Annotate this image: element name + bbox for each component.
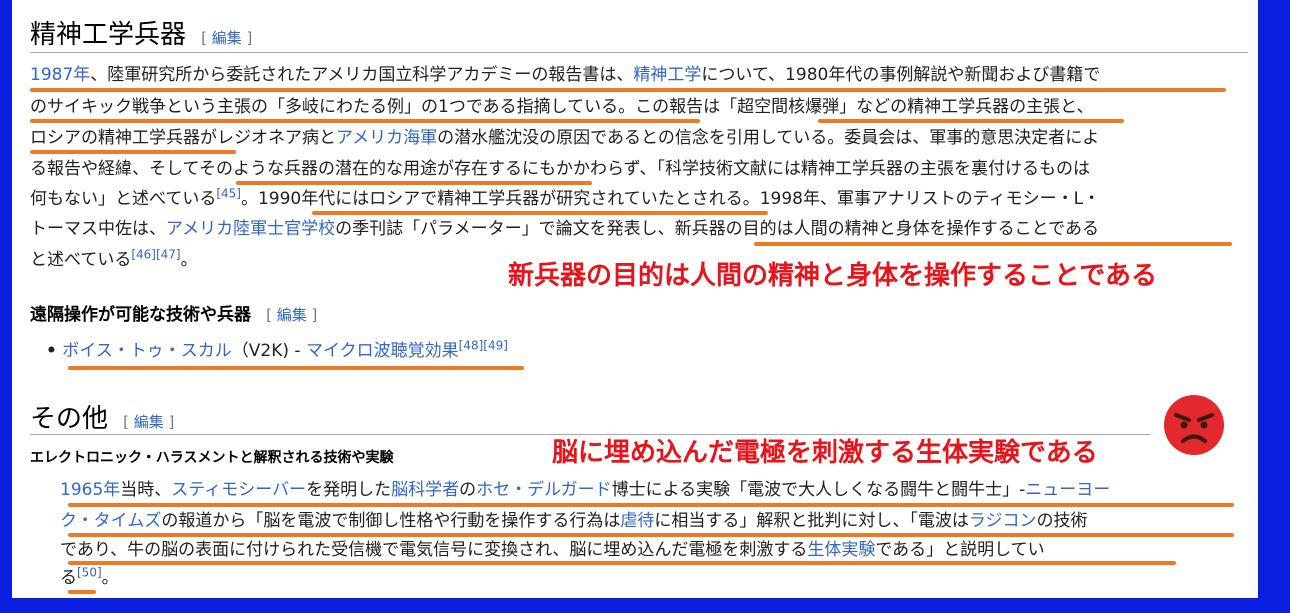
- link-1965[interactable]: 1965年: [60, 480, 120, 500]
- link-radio-control[interactable]: ラジコン: [969, 511, 1037, 531]
- ref-46-47[interactable]: [46][47]: [131, 247, 180, 261]
- callout-text-1: 新兵器の目的は人間の精神と身体を操作することである: [508, 261, 1157, 291]
- edit-section-link[interactable]: [ 編集 ]: [123, 413, 174, 431]
- highlight-underline: [312, 211, 768, 215]
- link-human-experiment[interactable]: 生体実験: [807, 540, 875, 560]
- highlight-underline: [236, 181, 592, 185]
- subsection-heading-remote-tech: 遠隔操作が可能な技術や兵器 [ 編集 ]: [30, 300, 317, 325]
- link-neuroscientist[interactable]: 脳科学者: [391, 480, 459, 500]
- link-stimoceiver[interactable]: スティモシーバー: [171, 480, 306, 500]
- para1-line5: 何もない」と述べている[45]。1990年代にはロシアで精神工学兵器が研究されて…: [30, 186, 1101, 209]
- page: { "section1": {"title": "精神工学兵器", "edit_…: [0, 0, 1290, 613]
- heading-divider: [30, 52, 1248, 53]
- highlight-underline: [30, 119, 700, 123]
- angry-face-icon: [1164, 395, 1224, 455]
- para1-line7: と述べている[46][47]。: [30, 247, 198, 270]
- section-title: その他: [30, 404, 109, 434]
- highlight-underline: [68, 590, 96, 594]
- edit-subsection-link[interactable]: [ 編集 ]: [266, 306, 317, 324]
- link-abuse[interactable]: 虐待: [620, 511, 654, 531]
- subsection-title: エレクトロニック・ハラスメントと解釈される技術や実験: [30, 450, 394, 466]
- para2-line1: 1965年当時、スティモシーバーを発明した脳科学者のホセ・デルガード博士による実…: [60, 480, 1111, 500]
- para2-line4: る[50]。: [60, 565, 119, 588]
- ref-45[interactable]: [45]: [216, 186, 241, 200]
- highlight-underline: [818, 119, 1124, 123]
- subsection-title: 遠隔操作が可能な技術や兵器: [30, 305, 251, 325]
- link-new-york-times-cont[interactable]: ク・タイムズ: [60, 511, 161, 531]
- article-frame: 精神工学兵器 [ 編集 ] 1987年、陸軍研究所から委託されたアメリカ国立科学…: [12, 0, 1258, 598]
- link-jose-delgado[interactable]: ホセ・デルガード: [476, 480, 612, 500]
- highlight-underline: [68, 561, 1176, 565]
- section-heading-psychotronic-weapons: 精神工学兵器 [ 編集 ]: [30, 14, 252, 51]
- subsection-heading-electronic-harassment: エレクトロニック・ハラスメントと解釈される技術や実験: [30, 447, 393, 467]
- para2-line2: ク・タイムズの報道から「脳を電波で制御し性格や行動を操作する行為は虐待に相当する…: [60, 511, 1088, 531]
- highlight-underline: [30, 88, 1226, 92]
- section-heading-others: その他 [ 編集 ]: [30, 398, 174, 435]
- link-1987[interactable]: 1987年: [30, 65, 90, 85]
- highlight-underline: [68, 503, 1234, 507]
- ref-50[interactable]: [50]: [77, 565, 102, 579]
- link-new-york-times[interactable]: ニューヨー: [1025, 480, 1110, 500]
- highlight-underline: [68, 533, 1234, 537]
- edit-link[interactable]: 編集: [277, 306, 307, 324]
- link-voice-to-skull[interactable]: ボイス・トゥ・スカル: [62, 341, 232, 361]
- para1-line2: のサイキック戦争という主張の「多岐にわたる例」の1つである指摘している。この報告…: [30, 97, 1094, 117]
- link-us-navy[interactable]: アメリカ海軍: [336, 128, 437, 148]
- highlight-underline: [30, 150, 236, 154]
- callout-text-2: 脳に埋め込んだ電極を刺激する生体実験である: [552, 438, 1098, 468]
- para1-line6: トーマス中佐は、アメリカ陸軍士官学校の季刊誌「パラメーター」で論文を発表し、新兵…: [30, 219, 1099, 239]
- section-title: 精神工学兵器: [30, 20, 187, 50]
- edit-section-link[interactable]: [ 編集 ]: [201, 29, 252, 47]
- link-psychotronics[interactable]: 精神工学: [633, 65, 701, 85]
- para1-line3: ロシアの精神工学兵器がレジオネア病とアメリカ海軍の潜水艦沈没の原因であるとの信念…: [30, 128, 1100, 148]
- para2-line3: であり、牛の脳の表面に付けられた受信機で電気信号に変換され、脳に埋め込んだ電極を…: [60, 540, 1045, 560]
- link-west-point[interactable]: アメリカ陸軍士官学校: [166, 219, 335, 239]
- bullet-dot: •: [46, 341, 57, 361]
- ref-48-49[interactable]: [48][49]: [459, 338, 508, 352]
- highlight-underline: [754, 242, 1232, 246]
- highlight-underline: [68, 366, 524, 370]
- para1-line1: 1987年、陸軍研究所から委託されたアメリカ国立科学アカデミーの報告書は、精神工…: [30, 65, 1101, 85]
- bullet-v2k: • ボイス・トゥ・スカル（V2K) - マイクロ波聴覚効果[48][49]: [46, 338, 508, 361]
- link-microwave-auditory-effect[interactable]: マイクロ波聴覚効果: [306, 341, 459, 361]
- edit-link[interactable]: 編集: [212, 29, 242, 47]
- edit-link[interactable]: 編集: [134, 413, 164, 431]
- para1-line4: る報告や経緯、そしてそのような兵器の潜在的な用途が存在するにもかかわらず、「科学…: [30, 159, 1090, 179]
